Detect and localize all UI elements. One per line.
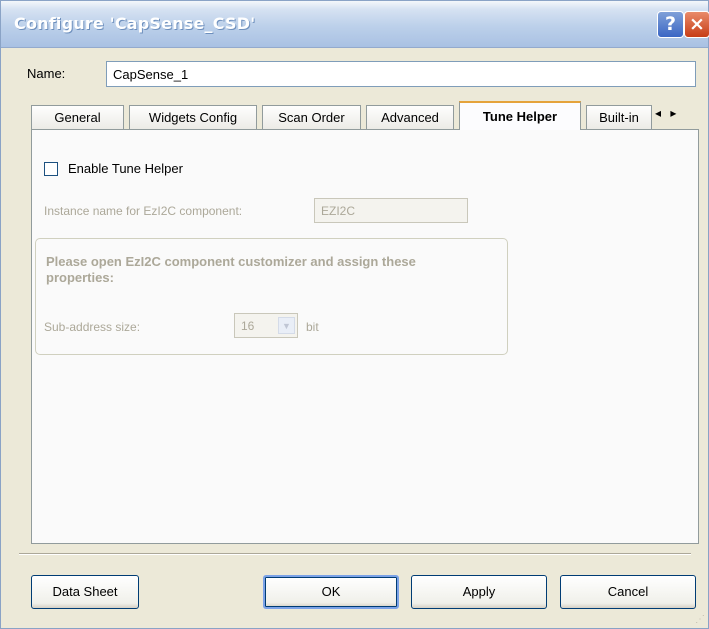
- sub-address-size-label: Sub-address size:: [44, 320, 141, 334]
- sub-address-unit-label: bit: [306, 320, 319, 334]
- configure-dialog: Configure 'CapSense_CSD' ? × Name: Gener…: [0, 0, 709, 629]
- resize-grip-icon[interactable]: ⋰: [695, 614, 705, 625]
- data-sheet-button[interactable]: Data Sheet: [31, 575, 139, 609]
- sub-address-size-select[interactable]: 16 ▼: [234, 313, 298, 338]
- apply-button[interactable]: Apply: [411, 575, 547, 609]
- help-icon[interactable]: ?: [657, 11, 684, 38]
- tab-advanced[interactable]: Advanced: [366, 105, 454, 129]
- ok-button[interactable]: OK: [263, 575, 399, 609]
- cancel-button[interactable]: Cancel: [560, 575, 696, 609]
- tab-scroll-left-icon[interactable]: ◂: [655, 106, 661, 120]
- instance-name-label: Instance name for EzI2C component:: [44, 204, 243, 218]
- tab-tune-helper[interactable]: Tune Helper: [459, 101, 581, 130]
- enable-tune-helper-checkbox[interactable]: [44, 162, 58, 176]
- chevron-down-icon[interactable]: ▼: [278, 317, 295, 334]
- tab-scroll: ◂ ▸: [655, 106, 676, 120]
- name-input[interactable]: [106, 61, 696, 87]
- tab-general[interactable]: General: [31, 105, 124, 129]
- tab-strip: General Widgets Config Scan Order Advanc…: [31, 101, 699, 130]
- title-bar[interactable]: Configure 'CapSense_CSD' ? ×: [1, 1, 709, 48]
- tab-widgets-config[interactable]: Widgets Config: [129, 105, 257, 129]
- instance-name-input[interactable]: [314, 198, 468, 223]
- close-icon[interactable]: ×: [684, 11, 709, 38]
- window-title: Configure 'CapSense_CSD': [14, 14, 256, 33]
- footer-separator: [19, 553, 691, 555]
- tab-built-in[interactable]: Built-in: [586, 105, 652, 129]
- enable-tune-helper-label: Enable Tune Helper: [68, 161, 183, 176]
- name-label: Name:: [27, 66, 66, 81]
- group-instructions: Please open EzI2C component customizer a…: [46, 254, 416, 285]
- tab-scan-order[interactable]: Scan Order: [262, 105, 361, 129]
- sub-address-size-value: 16: [241, 319, 255, 333]
- tab-scroll-right-icon[interactable]: ▸: [670, 106, 676, 120]
